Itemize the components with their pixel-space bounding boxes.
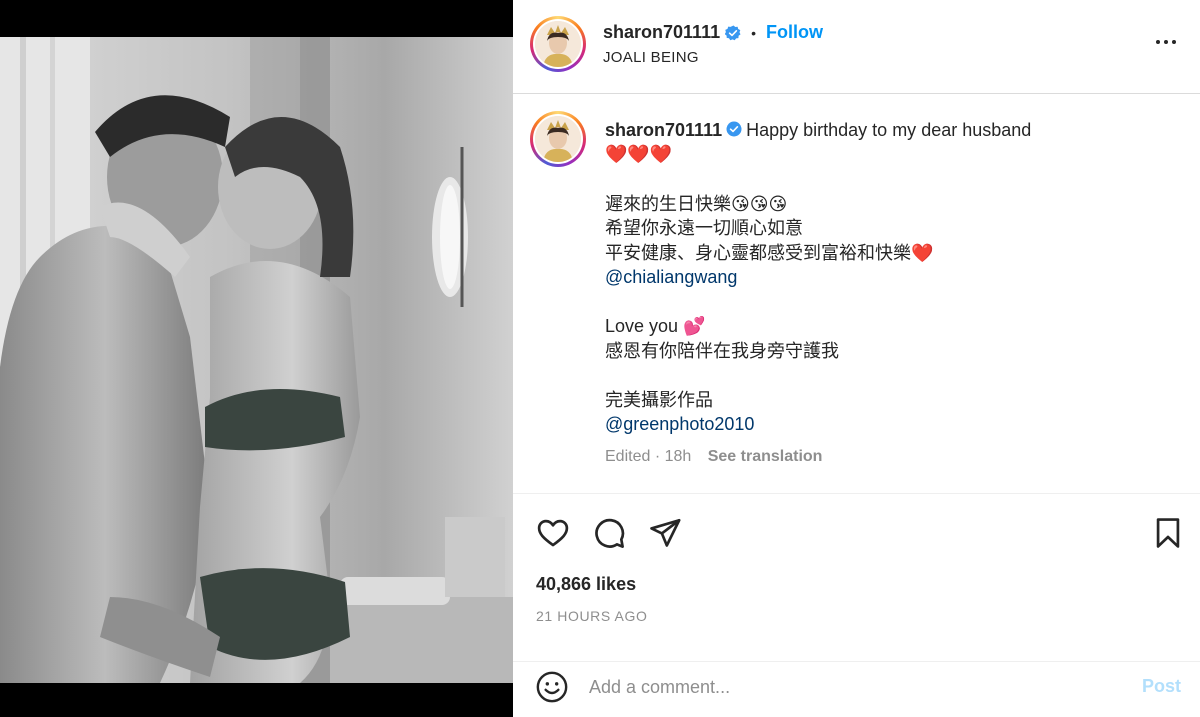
heart-icon[interactable]: [536, 516, 570, 550]
caption-text-line: 平安健康、身心靈都感受到富裕和快樂❤️: [605, 242, 934, 263]
post-photo[interactable]: [0, 37, 513, 683]
caption-author-username[interactable]: sharon701111: [605, 120, 722, 140]
caption-text: sharon701111 Happy birthday to my dear hu…: [605, 118, 1175, 469]
caption-author-avatar[interactable]: [530, 111, 586, 167]
action-bar: 40,866 likes 21 HOURS AGO: [513, 494, 1200, 662]
mention-link[interactable]: @chialiangwang: [605, 265, 1175, 290]
post-location[interactable]: JOALI BEING: [603, 49, 699, 66]
caption-section: sharon701111 Happy birthday to my dear hu…: [513, 94, 1200, 494]
comment-bar: Post: [513, 662, 1200, 717]
post-photo-illustration: [0, 37, 513, 683]
caption-meta: Edited · 18h See translation: [605, 445, 1175, 470]
verified-badge-icon: [726, 119, 742, 137]
share-icon[interactable]: [648, 516, 682, 550]
mention-link[interactable]: @greenphoto2010: [605, 412, 1175, 437]
header-user-row: sharon701111 • Follow: [603, 22, 823, 43]
emoji-icon[interactable]: [535, 670, 569, 704]
caption-text-line: 希望你永遠一切順心如意: [605, 218, 803, 238]
verified-badge-icon: [724, 25, 741, 41]
more-options-icon[interactable]: [1154, 30, 1178, 54]
avatar-image: [535, 21, 581, 67]
post-timestamp[interactable]: 21 HOURS AGO: [536, 608, 647, 624]
caption-text-line: Love you 💕: [605, 316, 706, 336]
author-username[interactable]: sharon701111: [603, 22, 720, 43]
post-comment-button[interactable]: Post: [1142, 676, 1181, 697]
caption-hearts: ❤️❤️❤️: [605, 143, 673, 165]
see-translation-button[interactable]: See translation: [708, 448, 823, 465]
avatar-image: [535, 116, 581, 162]
caption-text-line: 遲來的生日快樂😘😘😘: [605, 193, 788, 214]
caption-line-1: sharon701111 Happy birthday to my dear hu…: [605, 118, 1175, 143]
caption-text-line: 完美攝影作品: [605, 389, 713, 410]
comment-icon[interactable]: [592, 516, 626, 550]
comment-input[interactable]: [589, 672, 1099, 702]
author-avatar[interactable]: [530, 16, 586, 72]
post-details-panel: sharon701111 • Follow JOALI BEING sharon…: [513, 0, 1200, 717]
separator-dot: •: [751, 24, 757, 41]
caption-text-line: Happy birthday to my dear husband: [746, 120, 1032, 140]
likes-count[interactable]: 40,866 likes: [536, 574, 636, 595]
follow-button[interactable]: Follow: [766, 22, 823, 43]
caption-text-line: 感恩有你陪伴在我身旁守護我: [605, 340, 839, 361]
post-header: sharon701111 • Follow JOALI BEING: [513, 0, 1200, 94]
edited-timestamp: Edited · 18h: [605, 447, 692, 465]
media-panel: [0, 0, 513, 717]
bookmark-icon[interactable]: [1151, 516, 1185, 550]
